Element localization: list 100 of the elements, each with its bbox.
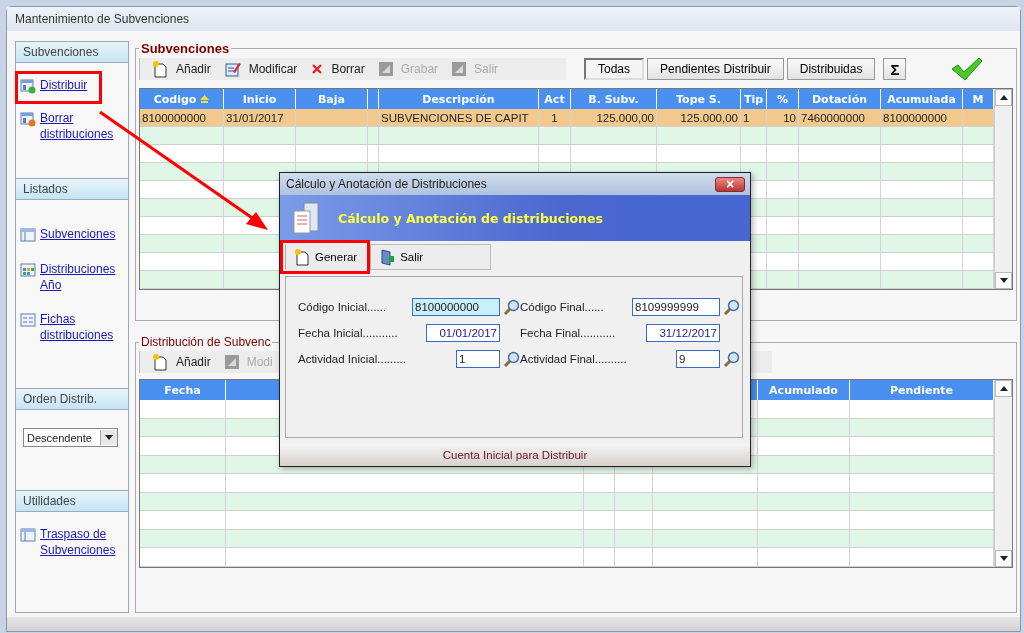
input-field[interactable]: 31/12/2017	[646, 324, 720, 342]
close-button[interactable]: ×	[715, 176, 745, 192]
table-cell: SUBVENCIONES DE CAPIT	[379, 109, 539, 127]
form-remove-icon	[20, 111, 36, 127]
table-cell: 1	[741, 109, 767, 127]
order-dropdown[interactable]: Descendente	[23, 428, 118, 447]
toolbar-button[interactable]: Añadir	[146, 351, 217, 373]
card-icon	[20, 312, 36, 328]
table-cell	[767, 235, 799, 253]
table-cell: 8100000000	[881, 109, 963, 127]
table-cell	[963, 271, 994, 289]
group-title: Subvenciones	[140, 41, 231, 56]
input-field[interactable]: 01/01/2017	[426, 324, 500, 342]
table-cell: 125.000,00	[571, 109, 657, 127]
table-cell	[767, 163, 799, 181]
table-cell	[296, 109, 368, 127]
up-arrow-icon[interactable]	[999, 95, 1008, 100]
sum-button[interactable]: Σ	[883, 58, 907, 80]
grid-icon	[20, 262, 36, 278]
table-cell	[584, 474, 615, 493]
sidebar-link[interactable]: Fichas distribuciones	[40, 311, 124, 343]
window-title: Mantenimiento de Subvenciones	[7, 7, 1020, 31]
table-cell	[767, 271, 799, 289]
table-cell	[767, 127, 799, 145]
save-icon	[452, 62, 467, 76]
field-label: Fecha Final...........	[520, 327, 617, 339]
table-cell	[963, 163, 994, 181]
new-document-icon	[152, 60, 168, 78]
edit-icon	[224, 61, 241, 77]
table-cell	[368, 127, 379, 145]
table-cell	[963, 127, 994, 145]
dialog-title: Cálculo y Anotación de Distribuciones	[286, 177, 487, 191]
table-cell: 10	[767, 109, 799, 127]
table-cell: 7460000000	[799, 109, 881, 127]
filter-tab[interactable]: Pendientes Distribuir	[647, 58, 784, 80]
dialog-button[interactable]: Salir	[370, 245, 432, 269]
down-arrow-icon[interactable]	[999, 555, 1008, 561]
save-icon	[224, 355, 239, 369]
section-header: Subvenciones	[16, 42, 128, 63]
search-icon[interactable]	[723, 350, 740, 368]
search-icon[interactable]	[503, 350, 520, 368]
list-icon	[20, 227, 36, 243]
new-document-icon	[294, 248, 310, 266]
table-cell	[224, 163, 296, 181]
input-field[interactable]: 8109999999	[632, 298, 720, 316]
scrollbar[interactable]	[994, 380, 1012, 567]
sidebar-link[interactable]: Borrar distribuciones	[40, 110, 124, 142]
section-header: Utilidades	[16, 490, 128, 512]
toolbar-button[interactable]: Borrar	[305, 58, 371, 80]
checkmark-icon[interactable]	[951, 57, 983, 81]
sidebar-link[interactable]: Distribuir	[40, 77, 124, 93]
filter-tab[interactable]: Todas	[584, 58, 645, 80]
sort-up-icon	[200, 94, 210, 104]
table-cell: 31/01/2017	[224, 109, 296, 127]
table-cell	[539, 127, 571, 145]
section-header: Listados	[16, 178, 128, 200]
form-add-icon	[20, 78, 36, 94]
filter-tab[interactable]: Distribuidas	[786, 58, 876, 80]
table-cell: 1	[539, 109, 571, 127]
section-header: Orden Distrib.	[16, 388, 128, 410]
field-label: Código Inicial......	[298, 301, 388, 313]
sidebar-link[interactable]: Distribuciones Año	[40, 261, 124, 293]
column-header[interactable]	[368, 89, 379, 109]
table-cell	[615, 548, 653, 567]
table-cell	[224, 127, 296, 145]
field-label: Fecha Inicial...........	[298, 327, 399, 339]
list-icon	[20, 527, 36, 543]
search-icon[interactable]	[503, 298, 520, 316]
input-field[interactable]: 1	[456, 350, 500, 368]
door-icon	[379, 248, 396, 266]
table-cell	[741, 127, 767, 145]
down-arrow-icon[interactable]	[999, 278, 1008, 283]
sidebar-link[interactable]: Subvenciones	[40, 226, 124, 242]
input-field[interactable]: 9	[676, 350, 720, 368]
field-label: Código Final......	[520, 301, 605, 313]
status-text: Cuenta Inicial para Distribuir	[280, 444, 750, 466]
delete-icon	[311, 63, 324, 75]
table-cell	[963, 235, 994, 253]
field-label: Actividad Final..........	[520, 353, 628, 365]
table-cell: 125.000,00	[657, 109, 741, 127]
dialog-button[interactable]: Generar	[285, 245, 366, 269]
new-document-icon	[152, 353, 168, 371]
input-field[interactable]: 8100000000	[412, 298, 500, 316]
table-cell	[615, 511, 653, 530]
sidebar-link[interactable]: Traspaso de Subvenciones	[40, 526, 124, 558]
table-cell: 8100000000	[140, 109, 224, 127]
group-title: Distribución de Subvenc	[140, 335, 272, 349]
save-icon	[378, 62, 393, 76]
dropdown-arrow-icon[interactable]	[105, 435, 113, 440]
table-cell	[767, 199, 799, 217]
table-cell	[963, 199, 994, 217]
dialog-banner-title: Cálculo y Anotación de distribuciones	[338, 210, 603, 226]
toolbar-button[interactable]: Añadir	[146, 58, 217, 80]
toolbar-button[interactable]: Modificar	[218, 58, 304, 80]
search-icon[interactable]	[723, 298, 740, 316]
scrollbar[interactable]	[994, 89, 1012, 289]
table-cell	[584, 548, 615, 567]
up-arrow-icon[interactable]	[999, 386, 1008, 391]
table-cell	[584, 511, 615, 530]
table-cell	[368, 109, 379, 127]
